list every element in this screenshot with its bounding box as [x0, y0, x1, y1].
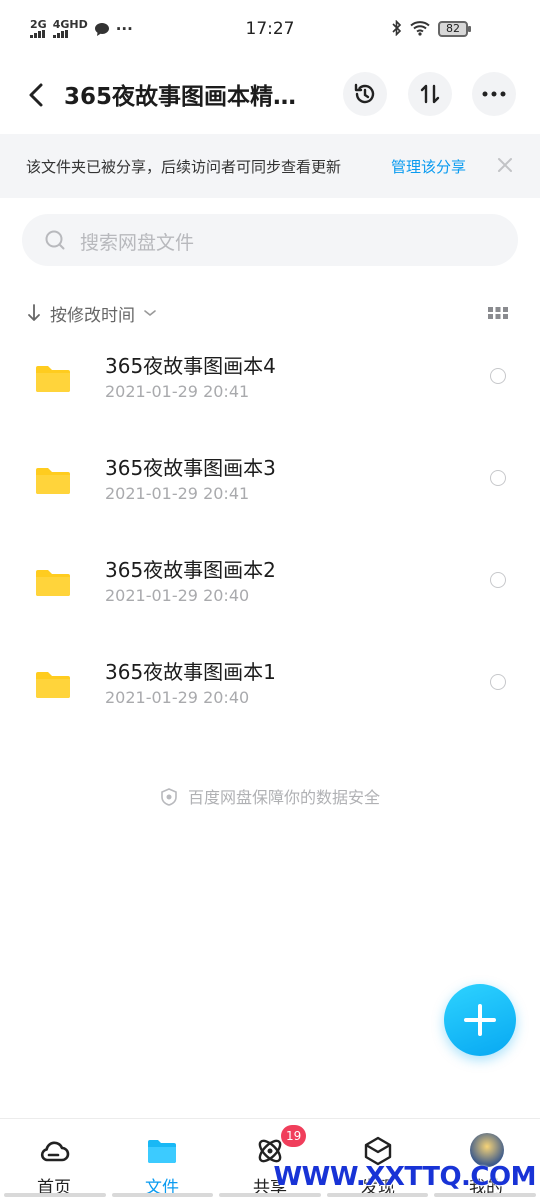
- status-right: [392, 20, 430, 36]
- select-checkbox[interactable]: [490, 368, 506, 384]
- history-button[interactable]: [343, 72, 387, 116]
- sort-label: 按修改时间: [50, 305, 135, 326]
- cloud-icon: [40, 1141, 70, 1162]
- more-button[interactable]: [472, 72, 516, 116]
- list-item[interactable]: 365夜故事图画本3 2021-01-29 20:41: [0, 438, 540, 534]
- folder-icon: [36, 468, 70, 494]
- header: 365夜故事图画本精…: [0, 60, 540, 130]
- watermark-text: WWW.XXTTQ.COM: [273, 1162, 537, 1192]
- battery-indicator: 82: [438, 21, 471, 37]
- file-date: 2021-01-29 20:41: [105, 484, 250, 503]
- select-checkbox[interactable]: [490, 470, 506, 486]
- notification-badge: 19: [281, 1125, 307, 1147]
- file-name: 365夜故事图画本2: [105, 558, 276, 582]
- back-icon[interactable]: [22, 80, 50, 110]
- share-banner: 该文件夹已被分享，后续访问者可同步查看更新 管理该分享: [0, 134, 540, 198]
- manage-share-link[interactable]: 管理该分享: [391, 156, 466, 177]
- list-item[interactable]: 365夜故事图画本2 2021-01-29 20:40: [0, 540, 540, 636]
- add-button[interactable]: [444, 984, 516, 1056]
- file-name: 365夜故事图画本1: [105, 660, 276, 684]
- status-bar: 2G 4GHD ··· 17:27 82: [0, 0, 540, 60]
- grid-view-icon[interactable]: [488, 307, 508, 319]
- tab-files[interactable]: 文件: [108, 1119, 216, 1200]
- file-date: 2021-01-29 20:40: [105, 586, 250, 605]
- bottom-indicator: [0, 1193, 540, 1197]
- chevron-down-icon: [144, 310, 156, 317]
- search-placeholder: 搜索网盘文件: [80, 232, 195, 254]
- page-title: 365夜故事图画本精…: [64, 84, 297, 110]
- file-date: 2021-01-29 20:40: [105, 688, 250, 707]
- security-note: 百度网盘保障你的数据安全: [0, 784, 540, 808]
- sort-selector[interactable]: 按修改时间: [26, 300, 157, 326]
- select-checkbox[interactable]: [490, 674, 506, 690]
- folder-icon: [36, 672, 70, 698]
- file-name: 365夜故事图画本4: [105, 354, 276, 378]
- more-icon: [482, 91, 506, 97]
- tab-home[interactable]: 首页: [0, 1119, 108, 1200]
- close-icon[interactable]: [496, 156, 514, 174]
- folder-icon: [148, 1140, 176, 1163]
- file-date: 2021-01-29 20:41: [105, 382, 250, 401]
- folder-icon: [36, 366, 70, 392]
- list-item[interactable]: 365夜故事图画本1 2021-01-29 20:40: [0, 642, 540, 738]
- sort-arrow-icon: [28, 304, 40, 321]
- share-message: 该文件夹已被分享，后续访问者可同步查看更新: [26, 158, 342, 176]
- transfer-button[interactable]: [408, 72, 452, 116]
- transfer-icon: [420, 84, 440, 104]
- folder-icon: [36, 570, 70, 596]
- search-icon: [45, 230, 65, 250]
- file-name: 365夜故事图画本3: [105, 456, 276, 480]
- wifi-icon: [410, 21, 430, 36]
- bluetooth-icon: [392, 20, 402, 36]
- security-note-text: 百度网盘保障你的数据安全: [187, 788, 380, 807]
- select-checkbox[interactable]: [490, 572, 506, 588]
- shield-icon: [161, 788, 177, 806]
- list-item[interactable]: 365夜故事图画本4 2021-01-29 20:41: [0, 336, 540, 432]
- plus-icon: [464, 1004, 496, 1036]
- search-input[interactable]: 搜索网盘文件: [22, 214, 518, 266]
- history-icon: [354, 83, 375, 104]
